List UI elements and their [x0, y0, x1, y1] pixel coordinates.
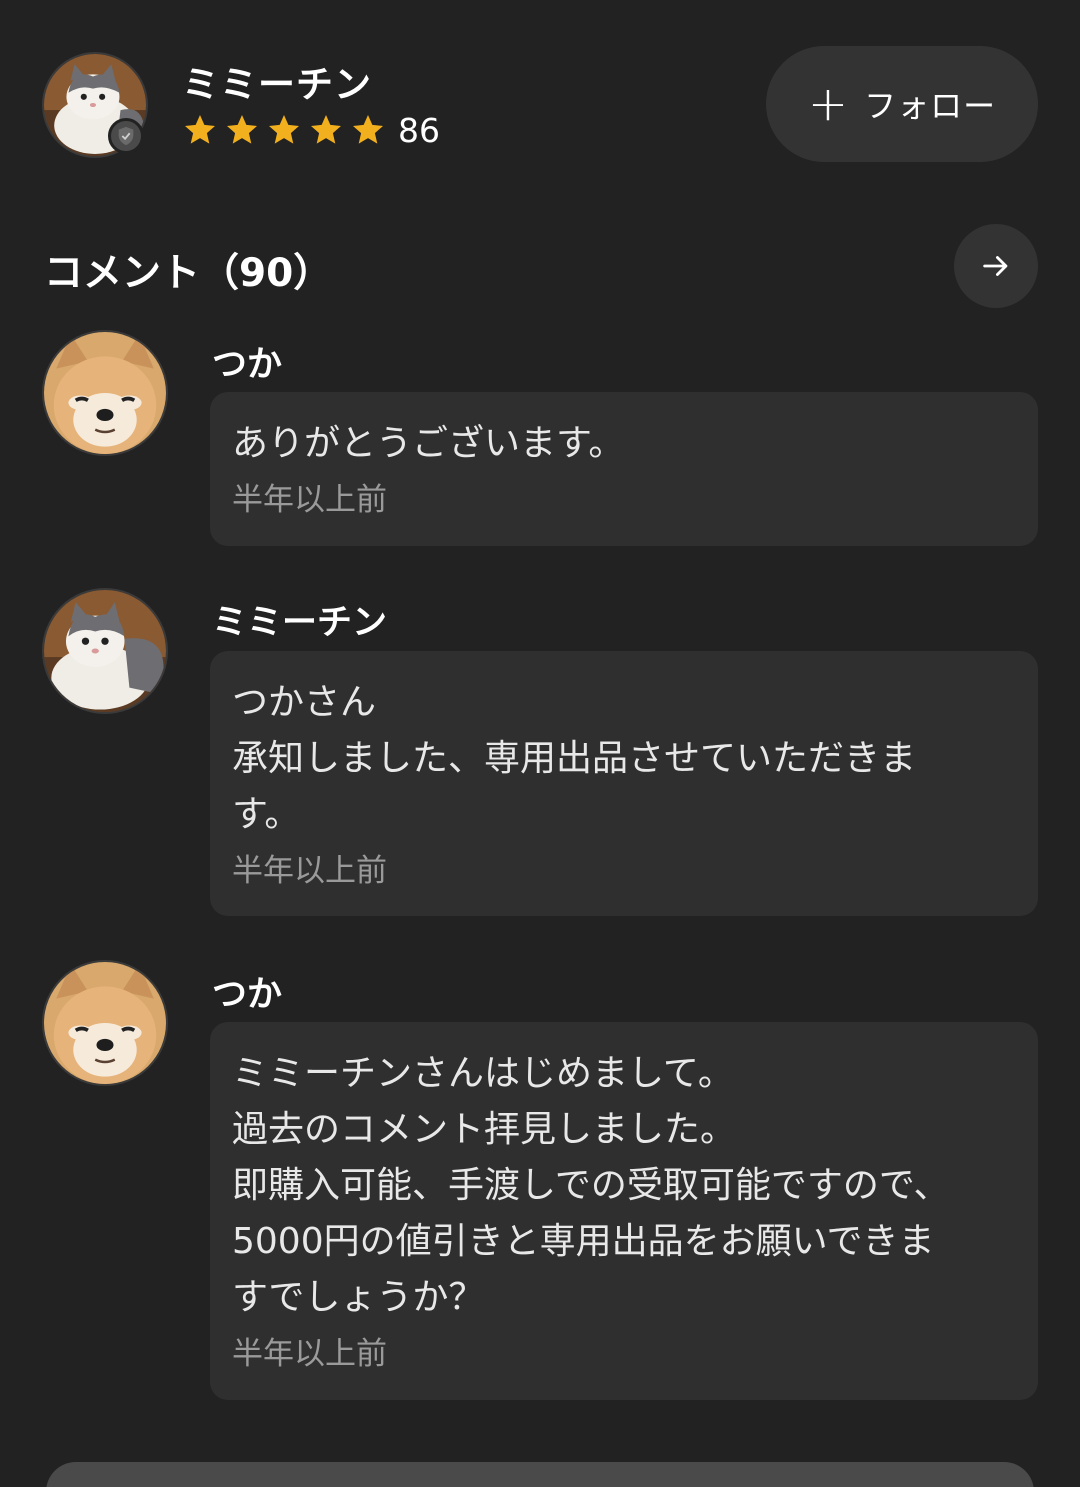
follow-button[interactable]: + フォロー	[766, 46, 1038, 162]
commenter-avatar[interactable]	[42, 588, 168, 714]
shiba-dog-avatar-icon	[44, 332, 166, 454]
comment-bubble: ミミーチンさんはじめまして。 過去のコメント拝見しました。 即購入可能、手渡しで…	[210, 1022, 1038, 1400]
star-icon	[227, 115, 257, 144]
verified-badge	[108, 118, 144, 154]
comment-item: つか ミミーチンさんはじめまして。 過去のコメント拝見しました。 即購入可能、手…	[42, 960, 1038, 1402]
comments-title: コメント（90）	[44, 251, 333, 296]
comments-screen: ミミーチン 86 + フォロー コメント（90） つか ありがとうございます。 …	[0, 0, 1080, 1487]
follow-label: フォロー	[864, 87, 997, 125]
comment-bubble: つかさん 承知しました、専用出品させていただきま す。 半年以上前	[210, 651, 1038, 916]
comment-text: ミミーチンさんはじめまして。 過去のコメント拝見しました。 即購入可能、手渡しで…	[232, 1053, 950, 1318]
seller-rating: 86	[182, 110, 440, 150]
comment-time: 半年以上前	[232, 1336, 387, 1372]
comment-time: 半年以上前	[232, 482, 387, 518]
comment-text: ありがとうございます。	[232, 423, 625, 464]
comment-input-bar[interactable]	[46, 1462, 1034, 1487]
star-icon	[185, 115, 215, 144]
star-icon	[353, 115, 383, 144]
rating-count: 86	[398, 110, 440, 150]
star-icon	[269, 115, 299, 144]
shiba-dog-avatar-icon	[44, 962, 166, 1084]
comment-item: つか ありがとうございます。 半年以上前	[42, 330, 1038, 548]
comment-author[interactable]: つか	[212, 336, 282, 387]
comment-author[interactable]: ミミーチン	[212, 594, 387, 645]
arrow-right-icon	[983, 256, 1008, 276]
comment-text: つかさん 承知しました、専用出品させていただきま す。	[232, 682, 917, 835]
comment-time: 半年以上前	[232, 853, 387, 889]
commenter-avatar[interactable]	[42, 330, 168, 456]
star-icon	[311, 115, 341, 144]
comment-item: ミミーチン つかさん 承知しました、専用出品させていただきま す。 半年以上前	[42, 588, 1038, 918]
commenter-avatar[interactable]	[42, 960, 168, 1086]
comments-more-button[interactable]	[954, 224, 1038, 308]
cat-avatar-icon	[44, 590, 166, 712]
comment-author[interactable]: つか	[212, 966, 282, 1017]
plus-icon: +	[807, 76, 849, 132]
seller-name[interactable]: ミミーチン	[182, 54, 372, 108]
verified-shield-icon	[118, 126, 134, 146]
seller-header: ミミーチン 86 + フォロー	[42, 46, 1038, 162]
comment-bubble: ありがとうございます。 半年以上前	[210, 392, 1038, 546]
